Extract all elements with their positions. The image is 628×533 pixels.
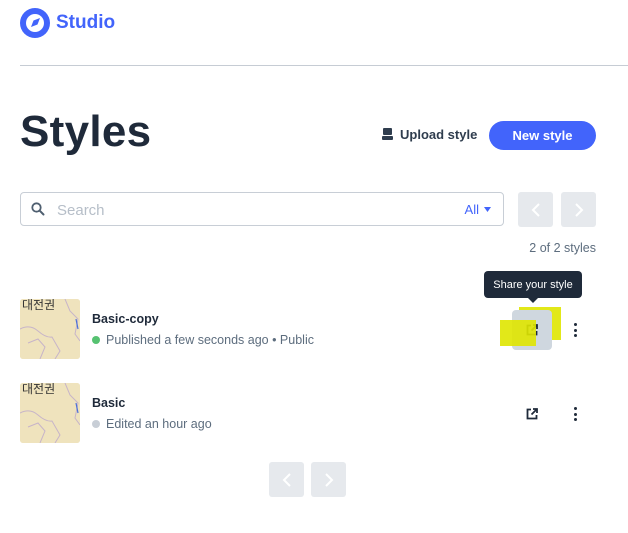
style-status: Published a few seconds ago • Public <box>92 333 314 347</box>
styles-count: 2 of 2 styles <box>529 241 596 255</box>
chevron-right-icon <box>324 472 333 487</box>
thumbnail-label: 대전권 <box>22 299 56 312</box>
style-thumbnail[interactable]: 대전권 <box>20 383 80 443</box>
thumbnail-label: 대전권 <box>22 383 56 396</box>
status-text: Edited an hour ago <box>106 417 212 431</box>
prev-page-button-bottom[interactable] <box>269 462 304 497</box>
external-link-icon <box>526 408 538 420</box>
more-options-button[interactable] <box>567 319 583 341</box>
upload-style-button[interactable]: Upload style <box>382 124 477 144</box>
chevron-right-icon <box>574 202 583 217</box>
share-tooltip: Share your style <box>484 271 582 298</box>
page-title: Styles <box>20 107 152 156</box>
share-style-button[interactable] <box>512 394 552 434</box>
search-icon <box>31 202 45 216</box>
tooltip-arrow <box>527 297 539 303</box>
chevron-left-icon <box>531 202 540 217</box>
caret-down-icon <box>484 207 491 212</box>
search-input[interactable] <box>55 199 419 221</box>
more-options-button[interactable] <box>567 403 583 425</box>
style-status: Edited an hour ago <box>92 417 212 431</box>
studio-logo-icon[interactable] <box>20 8 50 38</box>
new-style-button[interactable]: New style <box>489 121 596 150</box>
style-thumbnail[interactable]: 대전권 <box>20 299 80 359</box>
style-name[interactable]: Basic-copy <box>92 312 159 326</box>
status-dot-draft <box>92 420 100 428</box>
next-page-button-top[interactable] <box>561 192 596 227</box>
brand-name[interactable]: Studio <box>56 12 115 34</box>
upload-style-label: Upload style <box>400 126 478 142</box>
filter-value: All <box>464 202 479 217</box>
upload-icon <box>382 128 393 140</box>
status-dot-published <box>92 336 100 344</box>
next-page-button-bottom[interactable] <box>311 462 346 497</box>
chevron-left-icon <box>282 472 291 487</box>
filter-select[interactable]: All <box>465 202 491 217</box>
prev-page-button-top[interactable] <box>518 192 553 227</box>
header-divider <box>20 65 628 66</box>
highlight-mark <box>500 320 536 346</box>
status-text: Published a few seconds ago • Public <box>106 333 314 347</box>
style-name[interactable]: Basic <box>92 396 125 410</box>
search-box: All <box>20 192 504 226</box>
